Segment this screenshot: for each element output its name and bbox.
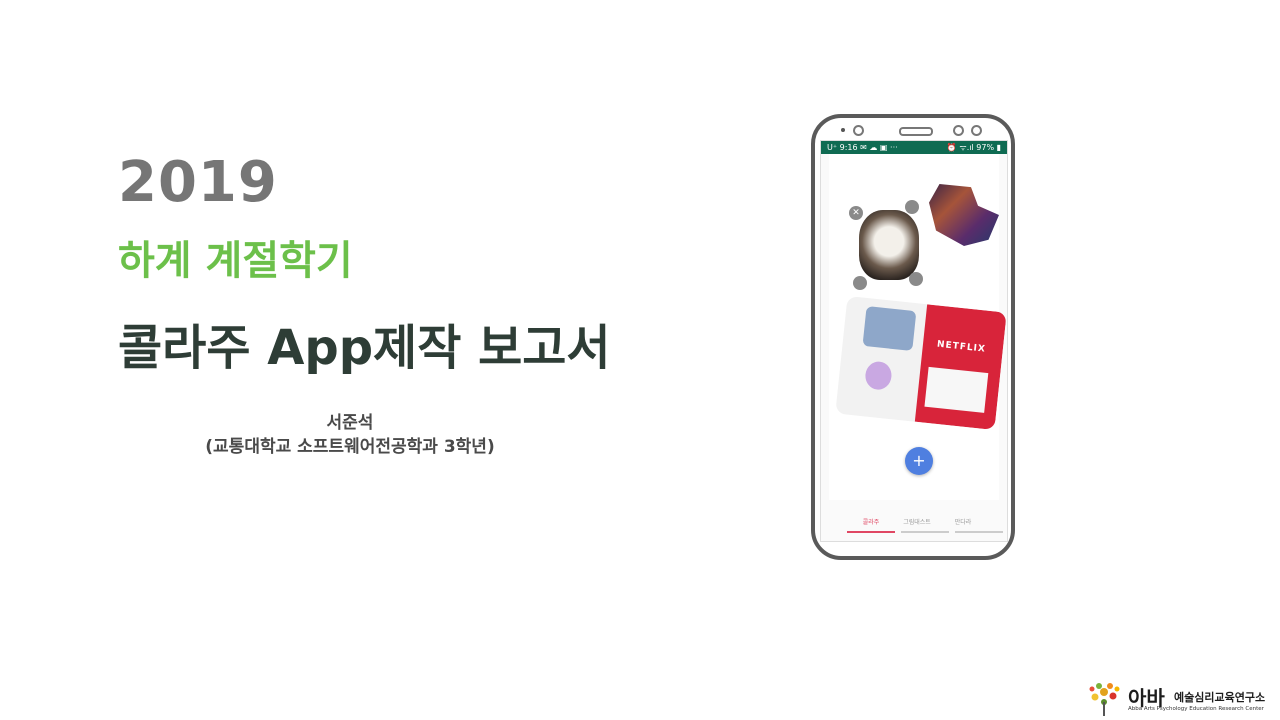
magazine-photo: [862, 306, 917, 352]
logo-flower-icon: [1089, 683, 1120, 716]
flip-icon[interactable]: [905, 200, 919, 214]
edit-icon[interactable]: [853, 276, 867, 290]
magazine-figure: [864, 360, 893, 391]
status-left: U⁺ 9:16 ✉ ☁ ▣ ···: [827, 143, 898, 152]
tab-mandala[interactable]: 만다라: [933, 517, 993, 526]
phone-screen: U⁺ 9:16 ✉ ☁ ▣ ··· ⏰ ᯤ.ıl 97% ▮ ✕ NETFLIX…: [820, 140, 1008, 542]
camera-dot: [841, 128, 845, 132]
dog-sticker[interactable]: [859, 210, 919, 280]
rotate-icon[interactable]: [909, 272, 923, 286]
year-heading: 2019: [118, 150, 278, 215]
author-name: 서준석: [326, 413, 374, 433]
tab-indicator: [847, 531, 895, 533]
camera-ring: [853, 125, 864, 136]
sensor-ring: [971, 125, 982, 136]
status-bar: U⁺ 9:16 ✉ ☁ ▣ ··· ⏰ ᯤ.ıl 97% ▮: [821, 141, 1007, 154]
author-affiliation: (교통대학교 소프트웨어전공학과 3학년): [205, 437, 495, 457]
logo-english: Abba Arts Psychology Education Research …: [1128, 706, 1264, 712]
magazine-sticker[interactable]: NETFLIX: [835, 295, 1007, 431]
add-sticker-button[interactable]: +: [905, 447, 933, 475]
speaker-grille: [899, 127, 933, 136]
tab-divider: [901, 531, 949, 533]
magazine-card: [924, 366, 989, 413]
report-title: 콜라주 App제작 보고서: [118, 320, 611, 376]
sensor-ring: [953, 125, 964, 136]
phone-mockup: U⁺ 9:16 ✉ ☁ ▣ ··· ⏰ ᯤ.ıl 97% ▮ ✕ NETFLIX…: [811, 114, 1015, 560]
poster-sticker[interactable]: [929, 184, 999, 246]
status-right: ⏰ ᯤ.ıl 97% ▮: [946, 143, 1001, 152]
tab-divider: [955, 531, 1003, 533]
semester-heading: 하계 계절학기: [118, 238, 353, 284]
organization-logo: 아바 예술심리교육연구소 Abba Arts Psychology Educat…: [1084, 678, 1278, 718]
bottom-tabs: 콜라주 그림대스트 만다라: [821, 511, 1007, 537]
logo-subtitle: 예술심리교육연구소: [1174, 691, 1266, 704]
close-icon[interactable]: ✕: [849, 206, 863, 220]
